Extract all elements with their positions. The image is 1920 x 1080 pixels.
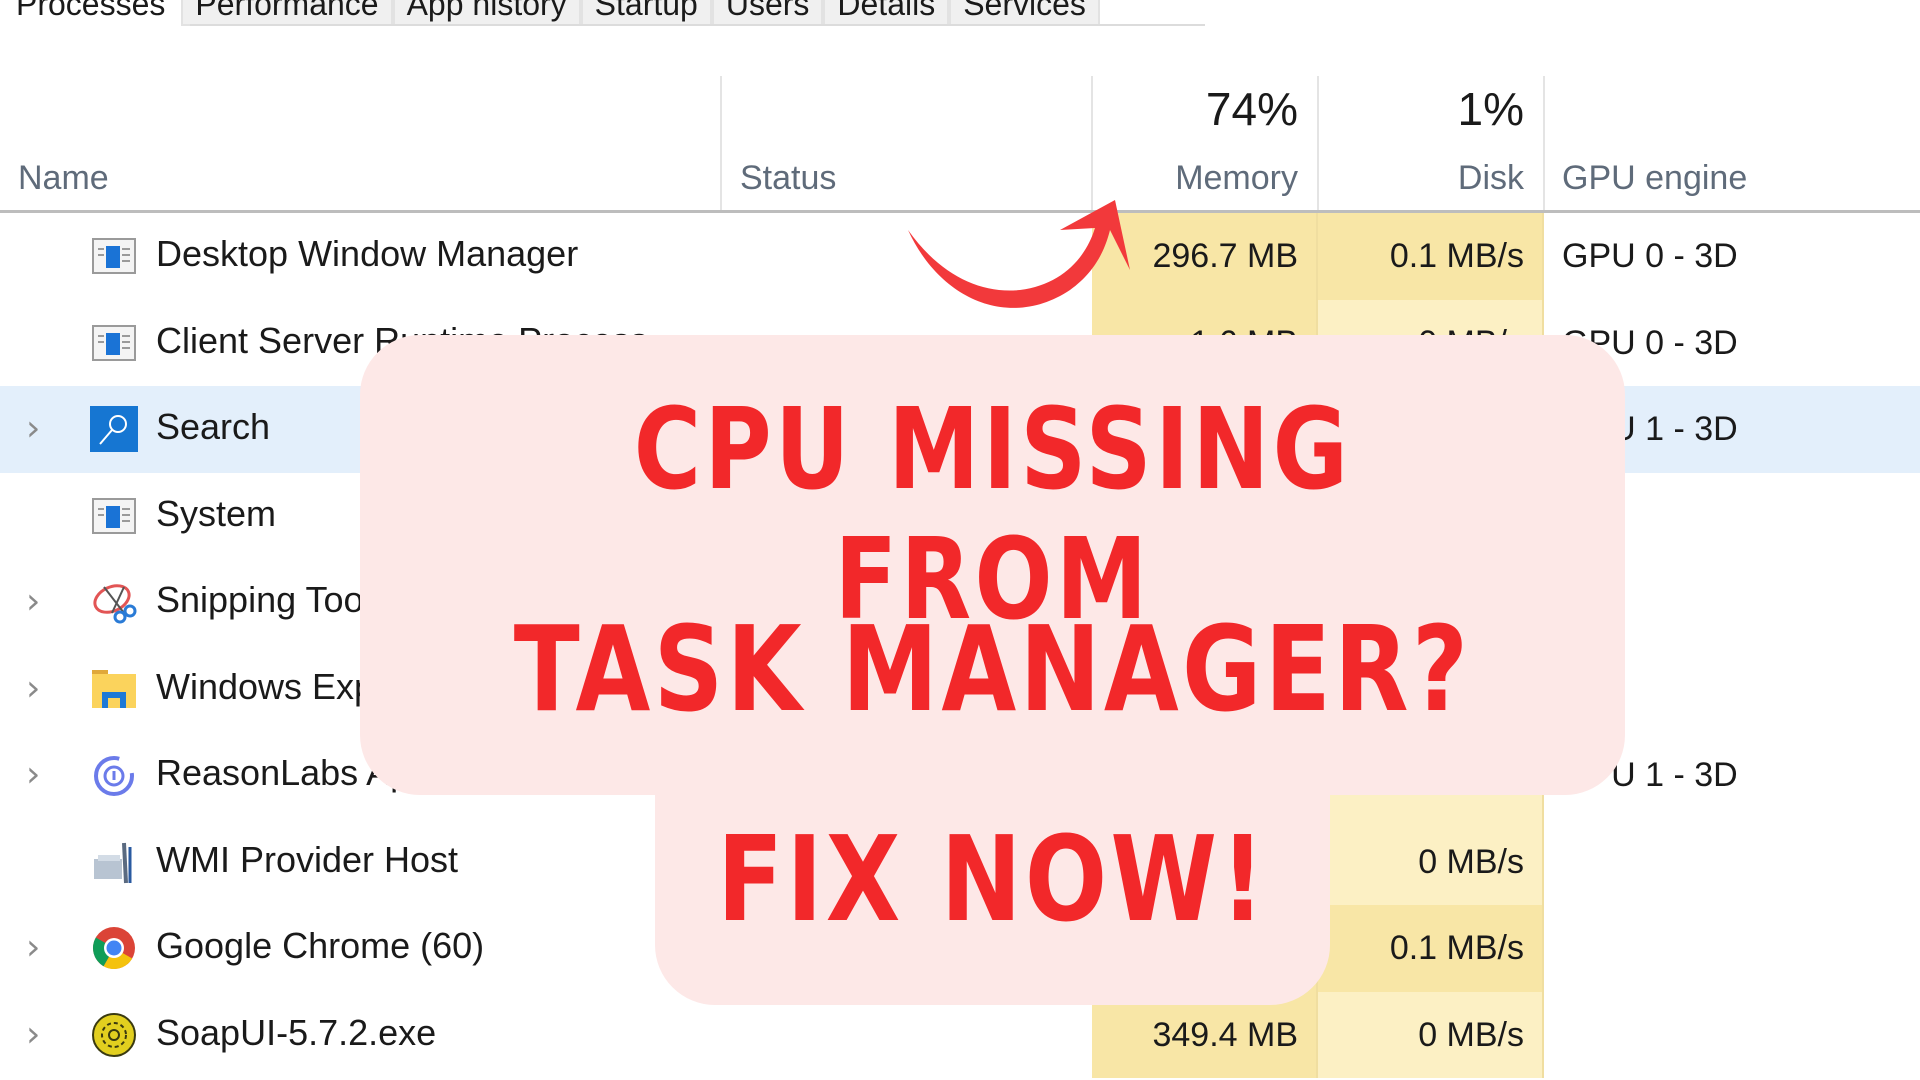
tab-services[interactable]: Services <box>949 0 1100 26</box>
gpu-engine-value <box>1544 819 1920 906</box>
search-app-icon <box>90 406 138 452</box>
window-app-icon <box>90 233 138 279</box>
column-header-name[interactable]: Name <box>0 76 722 212</box>
process-name: WMI Provider Host <box>156 838 459 880</box>
gpu-engine-value <box>1544 905 1920 992</box>
process-name: Desktop Window Manager <box>156 233 579 274</box>
tab-divider <box>190 24 1205 26</box>
window-app-icon <box>90 493 138 539</box>
disk-value: 0.1 MB/s <box>1318 905 1544 992</box>
tab-performance[interactable]: Performance <box>181 0 393 26</box>
column-gpu-engine-label: GPU engine <box>1562 159 1748 197</box>
expand-chevron-icon[interactable]: › <box>26 930 56 966</box>
process-name: Snipping Tool <box>156 579 372 620</box>
chrome-icon <box>90 925 138 971</box>
headline-line-3: FIX NOW! <box>717 810 1268 948</box>
wmi-provider-icon <box>90 839 138 885</box>
curved-arrow-icon <box>908 200 1130 308</box>
disk-value: 0.1 MB/s <box>1318 213 1544 300</box>
column-header-disk[interactable]: 1% Disk <box>1318 76 1544 212</box>
tab-users[interactable]: Users <box>711 0 824 26</box>
headline-line-2: TASK MANAGER? <box>513 600 1472 738</box>
column-header-gpu-engine[interactable]: GPU engine <box>1544 76 1920 212</box>
column-name-label: Name <box>18 159 109 197</box>
disk-value: 0 MB/s <box>1318 991 1544 1078</box>
tab-details[interactable]: Details <box>823 0 950 26</box>
expand-chevron-icon[interactable]: › <box>26 411 56 447</box>
expand-chevron-icon[interactable]: › <box>26 757 56 793</box>
process-name: SoapUI-5.7.2.exe <box>156 1011 437 1053</box>
process-name: Google Chrome (60) <box>156 925 485 966</box>
reasonlabs-icon <box>90 752 138 798</box>
soapui-icon <box>90 1012 138 1058</box>
process-name: System <box>156 492 277 534</box>
snipping-tool-icon <box>90 579 138 625</box>
tab-startup[interactable]: Startup <box>580 0 712 26</box>
column-disk-label: Disk <box>1457 159 1524 197</box>
tab-app-history[interactable]: App history <box>392 0 581 26</box>
disk-value: 0 MB/s <box>1318 818 1544 905</box>
expand-chevron-icon[interactable]: › <box>26 584 56 620</box>
column-memory-label: Memory <box>1175 159 1298 197</box>
gpu-engine-value: GPU 0 - 3D <box>1562 237 1738 275</box>
process-name: Search <box>156 406 271 447</box>
tab-bar: Processes Performance App history Startu… <box>0 0 1100 26</box>
file-explorer-icon <box>90 666 138 712</box>
disk-percent: 1% <box>1457 83 1524 135</box>
expand-chevron-icon[interactable]: › <box>26 670 56 706</box>
memory-percent: 74% <box>1205 83 1298 135</box>
column-status-label: Status <box>740 159 837 197</box>
expand-chevron-icon[interactable]: › <box>26 1016 56 1052</box>
tab-processes[interactable]: Processes <box>0 0 182 26</box>
window-app-icon <box>90 320 138 366</box>
gpu-engine-value <box>1544 992 1920 1079</box>
